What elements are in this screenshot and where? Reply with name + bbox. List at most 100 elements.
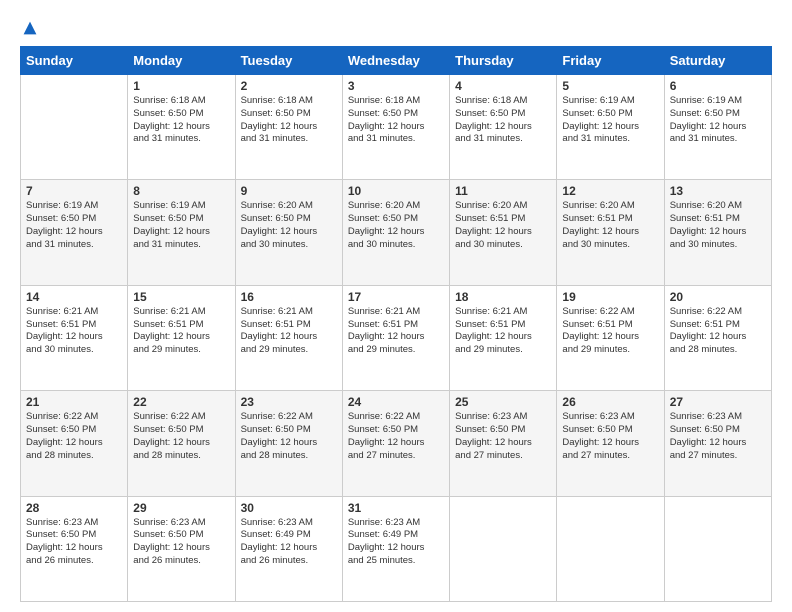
- cell-info-text: Sunrise: 6:18 AMSunset: 6:50 PMDaylight:…: [455, 95, 551, 146]
- cell-info-text: Sunrise: 6:20 AMSunset: 6:51 PMDaylight:…: [670, 200, 766, 251]
- calendar-cell: 1 Sunrise: 6:18 AMSunset: 6:50 PMDaylight…: [128, 75, 235, 180]
- cell-info-text: Sunrise: 6:20 AMSunset: 6:50 PMDaylight:…: [241, 200, 337, 251]
- cell-date-number: 17: [348, 290, 444, 304]
- cell-date-number: 19: [562, 290, 658, 304]
- calendar-cell: 18 Sunrise: 6:21 AMSunset: 6:51 PMDayligh…: [450, 285, 557, 390]
- cell-date-number: 7: [26, 184, 122, 198]
- weekday-header-row: SundayMondayTuesdayWednesdayThursdayFrid…: [21, 47, 772, 75]
- empty-cell: [557, 496, 664, 601]
- cell-date-number: 1: [133, 79, 229, 93]
- cell-date-number: 6: [670, 79, 766, 93]
- calendar-cell: 28 Sunrise: 6:23 AMSunset: 6:50 PMDayligh…: [21, 496, 128, 601]
- calendar-cell: 31 Sunrise: 6:23 AMSunset: 6:49 PMDayligh…: [342, 496, 449, 601]
- cell-date-number: 28: [26, 501, 122, 515]
- calendar-cell: 27 Sunrise: 6:23 AMSunset: 6:50 PMDayligh…: [664, 391, 771, 496]
- weekday-header-tuesday: Tuesday: [235, 47, 342, 75]
- cell-date-number: 15: [133, 290, 229, 304]
- calendar-cell: 13 Sunrise: 6:20 AMSunset: 6:51 PMDayligh…: [664, 180, 771, 285]
- calendar-cell: 15 Sunrise: 6:21 AMSunset: 6:51 PMDayligh…: [128, 285, 235, 390]
- calendar-cell: 5 Sunrise: 6:19 AMSunset: 6:50 PMDaylight…: [557, 75, 664, 180]
- calendar-cell: 23 Sunrise: 6:22 AMSunset: 6:50 PMDayligh…: [235, 391, 342, 496]
- cell-info-text: Sunrise: 6:19 AMSunset: 6:50 PMDaylight:…: [562, 95, 658, 146]
- weekday-header-thursday: Thursday: [450, 47, 557, 75]
- cell-date-number: 12: [562, 184, 658, 198]
- cell-info-text: Sunrise: 6:23 AMSunset: 6:49 PMDaylight:…: [348, 517, 444, 568]
- cell-date-number: 22: [133, 395, 229, 409]
- cell-info-text: Sunrise: 6:23 AMSunset: 6:50 PMDaylight:…: [133, 517, 229, 568]
- calendar-cell: 14 Sunrise: 6:21 AMSunset: 6:51 PMDayligh…: [21, 285, 128, 390]
- cell-info-text: Sunrise: 6:23 AMSunset: 6:50 PMDaylight:…: [26, 517, 122, 568]
- cell-date-number: 11: [455, 184, 551, 198]
- cell-info-text: Sunrise: 6:22 AMSunset: 6:50 PMDaylight:…: [348, 411, 444, 462]
- cell-info-text: Sunrise: 6:19 AMSunset: 6:50 PMDaylight:…: [133, 200, 229, 251]
- cell-info-text: Sunrise: 6:22 AMSunset: 6:50 PMDaylight:…: [241, 411, 337, 462]
- calendar-cell: 30Sunrise: 6:23 AMSunset: 6:49 PMDayligh…: [235, 496, 342, 601]
- cell-date-number: 25: [455, 395, 551, 409]
- cell-date-number: 23: [241, 395, 337, 409]
- cell-date-number: 29: [133, 501, 229, 515]
- week-row-5: 28 Sunrise: 6:23 AMSunset: 6:50 PMDayligh…: [21, 496, 772, 601]
- cell-info-text: Sunrise: 6:22 AMSunset: 6:50 PMDaylight:…: [26, 411, 122, 462]
- logo: [20, 20, 38, 36]
- calendar-cell: 25 Sunrise: 6:23 AMSunset: 6:50 PMDayligh…: [450, 391, 557, 496]
- cell-date-number: 13: [670, 184, 766, 198]
- cell-date-number: 3: [348, 79, 444, 93]
- cell-info-text: Sunrise: 6:23 AMSunset: 6:50 PMDaylight:…: [455, 411, 551, 462]
- week-row-4: 21Sunrise: 6:22 AMSunset: 6:50 PMDayligh…: [21, 391, 772, 496]
- calendar-cell: 20 Sunrise: 6:22 AMSunset: 6:51 PMDayligh…: [664, 285, 771, 390]
- calendar-cell: 2Sunrise: 6:18 AMSunset: 6:50 PMDaylight…: [235, 75, 342, 180]
- weekday-header-sunday: Sunday: [21, 47, 128, 75]
- cell-date-number: 16: [241, 290, 337, 304]
- empty-cell: [450, 496, 557, 601]
- cell-info-text: Sunrise: 6:21 AMSunset: 6:51 PMDaylight:…: [133, 306, 229, 357]
- cell-info-text: Sunrise: 6:18 AMSunset: 6:50 PMDaylight:…: [133, 95, 229, 146]
- cell-info-text: Sunrise: 6:21 AMSunset: 6:51 PMDaylight:…: [455, 306, 551, 357]
- calendar-table: SundayMondayTuesdayWednesdayThursdayFrid…: [20, 46, 772, 602]
- calendar-cell: 10 Sunrise: 6:20 AMSunset: 6:50 PMDayligh…: [342, 180, 449, 285]
- empty-cell: [664, 496, 771, 601]
- cell-date-number: 10: [348, 184, 444, 198]
- cell-date-number: 14: [26, 290, 122, 304]
- cell-date-number: 27: [670, 395, 766, 409]
- calendar-cell: 7Sunrise: 6:19 AMSunset: 6:50 PMDaylight…: [21, 180, 128, 285]
- calendar-cell: 12 Sunrise: 6:20 AMSunset: 6:51 PMDayligh…: [557, 180, 664, 285]
- cell-date-number: 24: [348, 395, 444, 409]
- cell-info-text: Sunrise: 6:21 AMSunset: 6:51 PMDaylight:…: [26, 306, 122, 357]
- calendar-cell: 16Sunrise: 6:21 AMSunset: 6:51 PMDayligh…: [235, 285, 342, 390]
- calendar-cell: 22 Sunrise: 6:22 AMSunset: 6:50 PMDayligh…: [128, 391, 235, 496]
- cell-info-text: Sunrise: 6:20 AMSunset: 6:50 PMDaylight:…: [348, 200, 444, 251]
- cell-info-text: Sunrise: 6:18 AMSunset: 6:50 PMDaylight:…: [348, 95, 444, 146]
- page: SundayMondayTuesdayWednesdayThursdayFrid…: [0, 0, 792, 612]
- week-row-1: 1 Sunrise: 6:18 AMSunset: 6:50 PMDaylight…: [21, 75, 772, 180]
- cell-date-number: 18: [455, 290, 551, 304]
- cell-date-number: 5: [562, 79, 658, 93]
- weekday-header-friday: Friday: [557, 47, 664, 75]
- cell-info-text: Sunrise: 6:20 AMSunset: 6:51 PMDaylight:…: [455, 200, 551, 251]
- calendar-cell: 11 Sunrise: 6:20 AMSunset: 6:51 PMDayligh…: [450, 180, 557, 285]
- cell-date-number: 9: [241, 184, 337, 198]
- logo-icon: [22, 20, 38, 36]
- weekday-header-wednesday: Wednesday: [342, 47, 449, 75]
- calendar-cell: 4Sunrise: 6:18 AMSunset: 6:50 PMDaylight…: [450, 75, 557, 180]
- calendar-cell: 29 Sunrise: 6:23 AMSunset: 6:50 PMDayligh…: [128, 496, 235, 601]
- calendar-cell: 9 Sunrise: 6:20 AMSunset: 6:50 PMDaylight…: [235, 180, 342, 285]
- cell-date-number: 20: [670, 290, 766, 304]
- empty-cell: [21, 75, 128, 180]
- weekday-header-saturday: Saturday: [664, 47, 771, 75]
- calendar-cell: 17 Sunrise: 6:21 AMSunset: 6:51 PMDayligh…: [342, 285, 449, 390]
- week-row-3: 14 Sunrise: 6:21 AMSunset: 6:51 PMDayligh…: [21, 285, 772, 390]
- weekday-header-monday: Monday: [128, 47, 235, 75]
- cell-date-number: 8: [133, 184, 229, 198]
- calendar-cell: 19 Sunrise: 6:22 AMSunset: 6:51 PMDayligh…: [557, 285, 664, 390]
- cell-info-text: Sunrise: 6:22 AMSunset: 6:51 PMDaylight:…: [670, 306, 766, 357]
- header: [20, 20, 772, 36]
- cell-info-text: Sunrise: 6:21 AMSunset: 6:51 PMDaylight:…: [348, 306, 444, 357]
- cell-info-text: Sunrise: 6:22 AMSunset: 6:51 PMDaylight:…: [562, 306, 658, 357]
- calendar-cell: 21Sunrise: 6:22 AMSunset: 6:50 PMDayligh…: [21, 391, 128, 496]
- cell-info-text: Sunrise: 6:23 AMSunset: 6:50 PMDaylight:…: [670, 411, 766, 462]
- cell-info-text: Sunrise: 6:20 AMSunset: 6:51 PMDaylight:…: [562, 200, 658, 251]
- cell-date-number: 26: [562, 395, 658, 409]
- cell-date-number: 2: [241, 79, 337, 93]
- cell-date-number: 31: [348, 501, 444, 515]
- cell-info-text: Sunrise: 6:22 AMSunset: 6:50 PMDaylight:…: [133, 411, 229, 462]
